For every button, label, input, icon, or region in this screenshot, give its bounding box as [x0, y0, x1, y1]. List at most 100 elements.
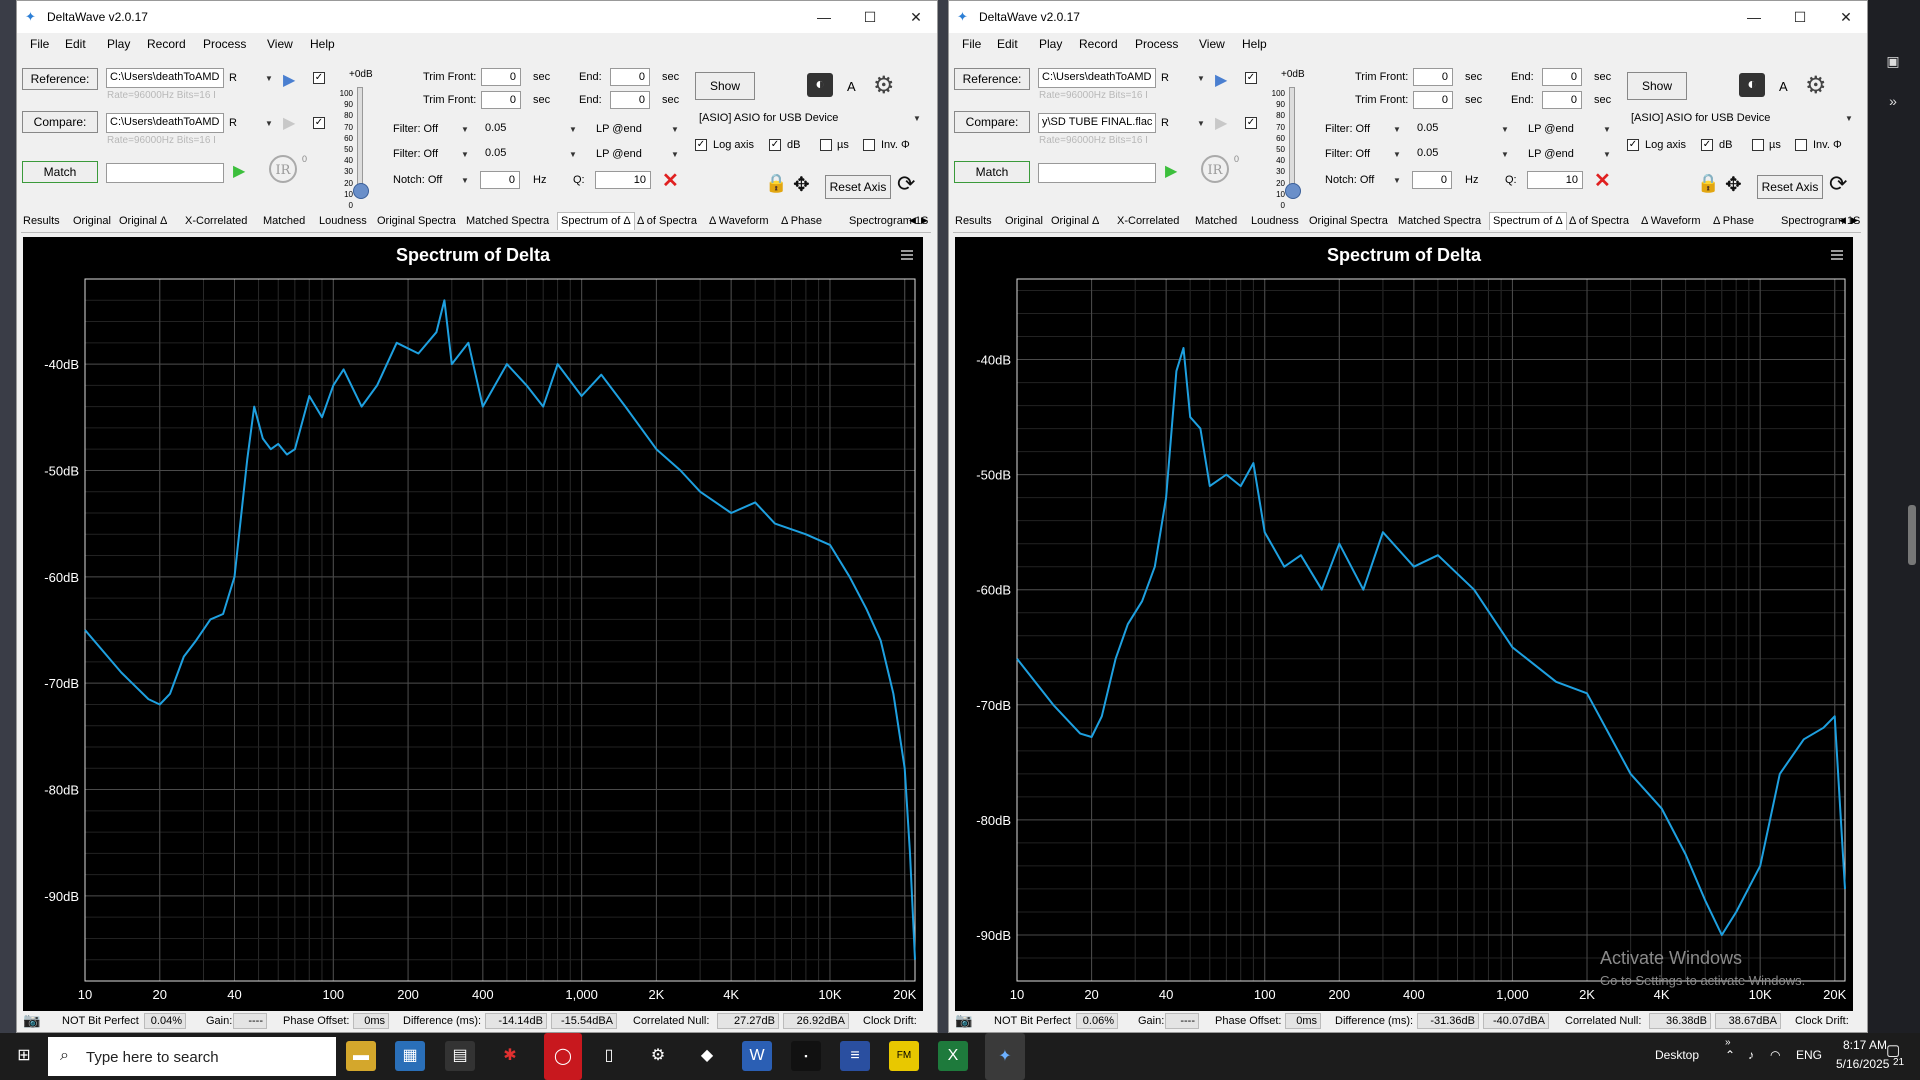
settings-gear-icon[interactable]: ⚙: [1805, 71, 1827, 100]
q-input[interactable]: 10: [595, 171, 651, 189]
optiod-icon[interactable]: ▪: [791, 1041, 821, 1071]
notch-select[interactable]: Notch: Off: [393, 174, 442, 186]
tab--phase[interactable]: Δ Phase: [781, 215, 822, 227]
tab-original[interactable]: Original Δ: [1051, 215, 1099, 227]
match-button[interactable]: Match: [22, 161, 98, 183]
chevron-down-icon[interactable]: ▼: [461, 125, 469, 134]
deltawave-taskbar-icon[interactable]: ✦: [985, 1033, 1025, 1080]
menu-item-edit[interactable]: Edit: [65, 37, 86, 51]
tab-scroll-right-icon[interactable]: ▶: [921, 215, 928, 226]
filter-1-value[interactable]: 0.05: [1417, 122, 1438, 134]
show-button[interactable]: Show: [695, 72, 755, 100]
clock-date[interactable]: 5/16/2025: [1836, 1057, 1889, 1071]
impulse-response-icon[interactable]: IR: [269, 155, 297, 183]
maximize-button[interactable]: ☐: [847, 1, 893, 33]
reference-path-field[interactable]: C:\Users\deathToAMD: [106, 68, 224, 88]
maximize-button[interactable]: ☐: [1777, 1, 1823, 33]
microseconds-checkbox[interactable]: [820, 139, 832, 151]
chevron-down-icon[interactable]: ▼: [1501, 125, 1509, 134]
filter-1-lp-select[interactable]: LP @end: [596, 123, 642, 135]
compare-enable-checkbox[interactable]: ✓: [313, 117, 325, 129]
tab-spectrum-of[interactable]: Spectrum of Δ: [557, 212, 635, 230]
clear-filter-icon[interactable]: ✕: [1594, 168, 1611, 193]
play-reference-icon[interactable]: ▶: [1215, 70, 1227, 90]
filter-1-select[interactable]: Filter: Off: [1325, 123, 1370, 135]
db-checkbox[interactable]: ✓: [769, 139, 781, 151]
compare-enable-checkbox[interactable]: ✓: [1245, 117, 1257, 129]
app-red-icon[interactable]: ✱: [495, 1041, 525, 1071]
scrollbar-thumb[interactable]: [1908, 505, 1916, 565]
minimize-button[interactable]: —: [1731, 1, 1777, 33]
tab-original[interactable]: Original Δ: [119, 215, 167, 227]
chevron-down-icon[interactable]: ▼: [569, 125, 577, 134]
notch-select[interactable]: Notch: Off: [1325, 174, 1374, 186]
trim-front-input-1[interactable]: 0: [481, 68, 521, 86]
tab-original[interactable]: Original: [1005, 215, 1043, 227]
start-button[interactable]: ⊞: [9, 1041, 39, 1071]
menu-item-record[interactable]: Record: [147, 37, 186, 51]
tab-original[interactable]: Original: [73, 215, 111, 227]
tab-results[interactable]: Results: [23, 215, 60, 227]
calculator-icon[interactable]: ▤: [445, 1041, 475, 1071]
db-checkbox[interactable]: ✓: [1701, 139, 1713, 151]
reset-axis-button[interactable]: Reset Axis: [825, 175, 891, 199]
audio-device-select[interactable]: [ASIO] ASIO for USB Device: [699, 112, 838, 124]
filter-2-value[interactable]: 0.05: [485, 147, 506, 159]
tab--phase[interactable]: Δ Phase: [1713, 215, 1754, 227]
end-input-1[interactable]: 0: [1542, 68, 1582, 86]
reference-channel-select[interactable]: R: [1161, 72, 1169, 84]
chevron-double-icon[interactable]: »: [1725, 1037, 1731, 1048]
tab-x-correlated[interactable]: X-Correlated: [1117, 215, 1179, 227]
menu-item-file[interactable]: File: [962, 37, 981, 51]
pan-move-icon[interactable]: ✥: [1725, 172, 1742, 197]
filter-1-lp-select[interactable]: LP @end: [1528, 123, 1574, 135]
end-input-1[interactable]: 0: [610, 68, 650, 86]
fm-app-icon[interactable]: FM: [889, 1041, 919, 1071]
menu-item-help[interactable]: Help: [310, 37, 335, 51]
play-match-icon[interactable]: ▶: [1165, 161, 1177, 181]
chevron-down-icon[interactable]: ▼: [1501, 150, 1509, 159]
cube-icon[interactable]: ▣: [1882, 50, 1904, 72]
reference-path-field[interactable]: C:\Users\deathToAMD: [1038, 68, 1156, 88]
gain-slider-knob[interactable]: [1285, 183, 1301, 199]
menu-item-edit[interactable]: Edit: [997, 37, 1018, 51]
speaker-icon[interactable]: ♪: [1748, 1048, 1754, 1062]
file-explorer-icon[interactable]: ▬: [346, 1041, 376, 1071]
end-input-2[interactable]: 0: [1542, 91, 1582, 109]
chevron-right-icon[interactable]: »: [1882, 90, 1904, 112]
store-icon[interactable]: ▦: [395, 1041, 425, 1071]
tab-matched-spectra[interactable]: Matched Spectra: [1398, 215, 1481, 227]
tab-scroll-left-icon[interactable]: ◀: [1839, 215, 1846, 226]
clear-filter-icon[interactable]: ✕: [662, 168, 679, 193]
tab-scroll-left-icon[interactable]: ◀: [909, 215, 916, 226]
reference-button[interactable]: Reference:: [22, 68, 98, 90]
menu-item-play[interactable]: Play: [107, 37, 130, 51]
desktop-toolbar-label[interactable]: Desktop: [1655, 1048, 1699, 1062]
tab--of-spectra[interactable]: Δ of Spectra: [1569, 215, 1629, 227]
menu-item-record[interactable]: Record: [1079, 37, 1118, 51]
reference-button[interactable]: Reference:: [954, 68, 1030, 90]
settings-gear-icon[interactable]: ⚙: [873, 71, 895, 100]
a-weighting-label[interactable]: A: [847, 79, 856, 94]
menu-item-file[interactable]: File: [30, 37, 49, 51]
camera-icon[interactable]: 📷: [23, 1012, 40, 1029]
filter-2-select[interactable]: Filter: Off: [393, 148, 438, 160]
filter-2-lp-select[interactable]: LP @end: [1528, 148, 1574, 160]
tab--of-spectra[interactable]: Δ of Spectra: [637, 215, 697, 227]
compare-path-field[interactable]: C:\Users\deathToAMD: [106, 113, 224, 133]
filter-2-value[interactable]: 0.05: [1417, 147, 1438, 159]
chevron-down-icon[interactable]: ▼: [1393, 176, 1401, 185]
chevron-down-icon[interactable]: ▼: [265, 74, 273, 83]
chevron-down-icon[interactable]: ▼: [1845, 114, 1853, 123]
tab-loudness[interactable]: Loudness: [319, 215, 367, 227]
menu-item-process[interactable]: Process: [1135, 37, 1178, 51]
chevron-down-icon[interactable]: ▼: [265, 119, 273, 128]
tray-chevron-up-icon[interactable]: ⌃: [1725, 1048, 1735, 1062]
chevron-down-icon[interactable]: ▼: [1603, 150, 1611, 159]
trim-front-input-2[interactable]: 0: [481, 91, 521, 109]
microseconds-checkbox[interactable]: [1752, 139, 1764, 151]
compare-channel-select[interactable]: R: [1161, 117, 1169, 129]
minimize-button[interactable]: —: [801, 1, 847, 33]
chevron-down-icon[interactable]: ▼: [1197, 74, 1205, 83]
log-axis-checkbox[interactable]: ✓: [695, 139, 707, 151]
